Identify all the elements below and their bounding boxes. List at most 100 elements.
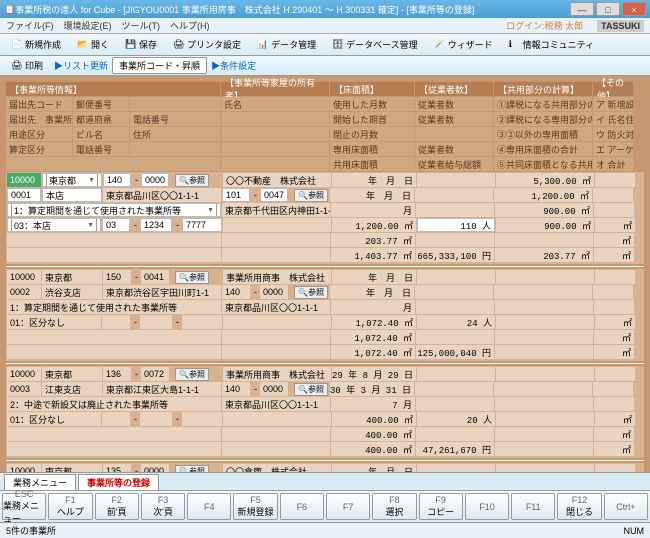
condition-link[interactable]: ▶条件設定 [211,59,256,72]
menu-tool[interactable]: ツール(T) [122,19,161,32]
logo: TASSUKI [597,20,644,32]
fkey-ctrl+[interactable]: Ctrl+ [604,493,648,520]
fkey-f12[interactable]: F12閉じる [557,493,601,520]
ref-button[interactable]: 🔍参照 [175,465,209,473]
category-select[interactable]: 01：区分なし [7,315,101,329]
subcode-input[interactable]: 0003 [7,382,41,396]
col-emp: 従業者数 [415,97,493,111]
tab-office-register[interactable]: 事業所等の登録 [78,474,159,490]
code-cell[interactable]: 10000 [7,464,41,472]
zip2-input[interactable]: 0041 [141,270,169,284]
subcode-input[interactable]: 0002 [7,285,41,299]
date-cell[interactable]: 年 月 日 [332,173,416,187]
menu-file[interactable]: ファイル(F) [6,19,54,32]
usage-select[interactable]: 1：算定期間を通じて使用された事業所等 [7,203,221,217]
maximize-button[interactable]: □ [596,2,620,16]
sort-indicator[interactable]: 事業所コード・昇順 [112,57,207,74]
col-zip: 郵便番号 [73,97,129,111]
pref-cell[interactable]: 東京都 [42,270,102,284]
fkey-f7[interactable]: F7 [326,493,370,520]
tab-business-menu[interactable]: 業務メニュー [4,474,76,490]
subcode-input[interactable]: 0001 [7,188,41,202]
owner-addr: 東京都千代田区内神田1-1-〇 [222,203,330,217]
zip1-input[interactable]: 136 [103,367,131,381]
val1 [496,464,594,472]
new-icon: 📄 [11,39,23,51]
pref-cell[interactable]: 東京都 [42,367,102,381]
close-button[interactable]: × [622,2,646,16]
name-input[interactable]: 渋谷支店 [42,285,102,299]
owner-addr: 東京都品川区〇〇1-1-1 [222,300,330,314]
date-cell[interactable]: 平成 29 年 8 月 29 日 [332,367,416,381]
fkey-f2[interactable]: F2前'頁 [95,493,139,520]
data-mgmt-button[interactable]: 📊データ管理 [250,35,323,54]
bottom-tabs: 業務メニュー 事業所等の登録 [0,472,650,490]
hdr-other: 【その他】 [593,82,633,96]
open-button[interactable]: 📂開く [70,35,116,54]
list-refresh-link[interactable]: ▶リスト更新 [54,59,108,72]
emp-input[interactable]: 24 人 [417,315,495,329]
ref-button[interactable]: 🔍参照 [294,189,328,202]
pref-cell[interactable]: 東京都 [42,464,102,472]
owner-name: 〇〇不動産 株式会社 [223,173,331,187]
ref-button[interactable]: 🔍参照 [175,271,209,284]
esc-key[interactable]: ESC業務メニュー [2,493,46,520]
usage-select[interactable]: 2：中途で新設又は廃止された事業所等 [7,397,221,411]
new-button[interactable]: 📄新規作成 [4,35,68,54]
wizard-button[interactable]: 🪄ウィザード [427,35,500,54]
login-info: ログイン:税務 太郎 [506,19,583,32]
name-input[interactable]: 本店 [42,188,102,202]
menu-help[interactable]: ヘルプ(H) [170,19,210,32]
save-icon: 💾 [125,39,137,51]
zip2-input[interactable]: 0000 [141,464,169,472]
fkey-f3[interactable]: F3次'頁 [141,493,185,520]
community-button[interactable]: ℹ情報コミュニティ [502,35,601,54]
usage-select[interactable]: 1：算定期間を通じて使用された事業所等 [7,300,221,314]
menu-env[interactable]: 環境設定(E) [64,19,112,32]
owner-name: 〇〇倉庫 株式会社 [223,464,331,472]
fkey-f1[interactable]: F1ヘルプ [48,493,92,520]
fkey-f11[interactable]: F11 [511,493,555,520]
zip1-input[interactable]: 150 [103,270,131,284]
emp-input[interactable]: 110 人 [417,218,495,232]
category-select[interactable]: 03：本店 [7,218,101,232]
print-icon: 🖨 [11,60,23,72]
date-cell[interactable]: 年 月 日 [332,270,416,284]
col-months: 使用した月数 [330,97,414,111]
ref-button[interactable]: 🔍参照 [175,174,209,187]
subtoolbar: 🖨印刷 ▶リスト更新 事業所コード・昇順 ▶条件設定 [0,56,650,76]
category-select[interactable]: 01：区分なし [7,412,101,426]
zip1-input[interactable]: 135 [103,464,131,472]
ref-button[interactable]: 🔍参照 [294,383,328,396]
col-common1: ①課税になる共用部分の延べ面積 [494,97,592,111]
ref-button[interactable]: 🔍参照 [294,286,328,299]
zip2-input[interactable]: 0072 [141,367,169,381]
name-input[interactable]: 江東支店 [42,382,102,396]
save-button[interactable]: 💾保存 [118,35,164,54]
zip2-input[interactable]: 0000 [141,173,169,187]
val1 [496,270,594,284]
print-settings-button[interactable]: 🖨プリンタ設定 [166,35,248,54]
fkey-f5[interactable]: F5新規登録 [233,493,277,520]
pref-cell[interactable]: 東京都 [42,173,102,187]
print-button[interactable]: 🖨印刷 [4,56,50,75]
hdr-office-info: 【事業所等情報】 [6,82,220,96]
col-code: 届出先コード [6,97,72,111]
fkey-f10[interactable]: F10 [465,493,509,520]
fkey-f4[interactable]: F4 [187,493,231,520]
code-cell[interactable]: 10000 [7,270,41,284]
fkey-f6[interactable]: F6 [280,493,324,520]
open-icon: 📂 [77,39,89,51]
minimize-button[interactable]: — [570,2,594,16]
hdr-common: 【共用部分の計算】 [494,82,592,96]
zip1-input[interactable]: 140 [103,173,131,187]
date-cell[interactable]: 年 月 日 [332,464,416,472]
emp-input[interactable]: 20 人 [417,412,495,426]
ref-button[interactable]: 🔍参照 [175,368,209,381]
statusbar: 5件の事業所 NUM [0,522,650,538]
db-mgmt-button[interactable]: 🗄データベース管理 [325,35,425,54]
fkey-f9[interactable]: F9コピー [419,493,463,520]
fkey-f8[interactable]: F8選択 [372,493,416,520]
code-cell[interactable]: 10000 [7,173,41,187]
code-cell[interactable]: 10000 [7,367,41,381]
